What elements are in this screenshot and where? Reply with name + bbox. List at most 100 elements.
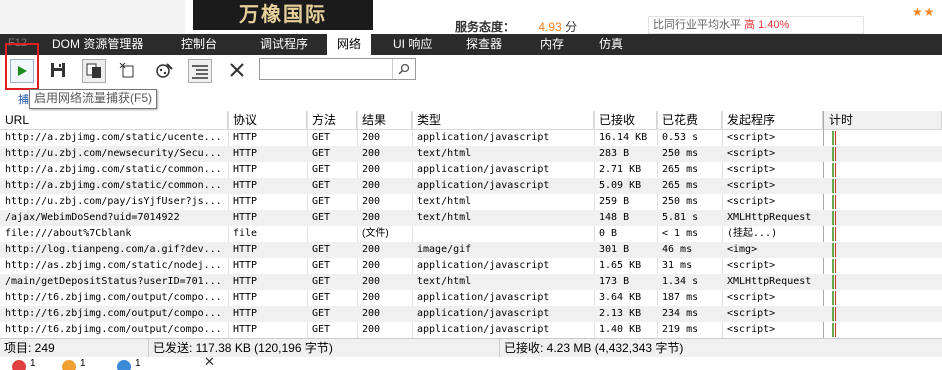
cell-protocol: HTTP xyxy=(233,244,258,255)
cell-taken: 250 ms xyxy=(662,148,699,159)
cell-initiator: XMLHttpRequest xyxy=(727,212,812,223)
tab-memory[interactable]: 内存 xyxy=(530,34,574,55)
tab-console[interactable]: 控制台 xyxy=(171,34,227,55)
cell-method: GET xyxy=(312,276,331,287)
search-button[interactable] xyxy=(392,59,415,79)
timing-bar xyxy=(832,323,834,337)
cell-url: http://a.zbjimg.com/static/ucente... xyxy=(5,132,222,143)
table-row[interactable]: http://t6.zbjimg.com/output/compo... HTTP… xyxy=(0,322,942,338)
table-row[interactable]: http://a.zbjimg.com/static/ucente... HTTP… xyxy=(0,130,942,146)
cell-result: 200 xyxy=(362,212,381,223)
cell-type: text/html xyxy=(417,212,472,223)
header-type[interactable]: 类型 xyxy=(412,111,594,129)
cell-received: 1.40 KB xyxy=(599,324,642,335)
cell-url: http://t6.zbjimg.com/output/compo... xyxy=(5,308,222,319)
cell-received: 283 B xyxy=(599,148,630,159)
cell-url: file:///about%7Cblank xyxy=(5,228,132,239)
cell-initiator: <script> xyxy=(727,260,776,271)
header-received[interactable]: 已接收 xyxy=(594,111,657,129)
export-har-button[interactable] xyxy=(47,59,69,81)
table-row[interactable]: http://a.zbjimg.com/static/common... HTTP… xyxy=(0,162,942,178)
cell-initiator: <script> xyxy=(727,132,776,143)
cell-type: application/javascript xyxy=(417,260,550,271)
cell-initiator: <script> xyxy=(727,196,776,207)
header-result[interactable]: 结果 xyxy=(357,111,412,129)
cell-taken: 0.53 s xyxy=(662,132,699,143)
cell-method: GET xyxy=(312,212,331,223)
service-label: 服务态度： xyxy=(455,20,516,34)
cell-initiator: <script> xyxy=(727,148,776,159)
table-row[interactable]: http://u.zbj.com/pay/isYjfUser?js... HTTP… xyxy=(0,194,942,210)
table-row[interactable]: http://t6.zbjimg.com/output/compo... HTTP… xyxy=(0,290,942,306)
table-row[interactable]: /ajax/WebimDoSend?uid=7014922 HTTP GET 200 t… xyxy=(0,210,942,226)
header-method[interactable]: 方法 xyxy=(307,111,357,129)
cell-type: application/javascript xyxy=(417,132,550,143)
close-icon[interactable]: ✕ xyxy=(204,357,215,370)
table-row[interactable]: http://log.tianpeng.com/a.gif?dev... HTTP… xyxy=(0,242,942,258)
always-refresh-button[interactable] xyxy=(82,59,106,83)
cell-result: 200 xyxy=(362,164,381,175)
timing-marker xyxy=(835,195,836,209)
tab-profiler[interactable]: 探查器 xyxy=(456,34,512,55)
tab-network[interactable]: 网络 xyxy=(327,34,372,55)
cell-protocol: HTTP xyxy=(233,196,258,207)
header-initiator[interactable]: 发起程序 xyxy=(722,111,823,129)
header-timings[interactable]: 计时 xyxy=(823,111,942,129)
cell-type: text/html xyxy=(417,276,472,287)
cell-type: text/html xyxy=(417,196,472,207)
table-row[interactable]: file:///about%7Cblank file (文件) 0 B < 1 ms (挂… xyxy=(0,226,942,242)
warning-icon[interactable] xyxy=(62,360,76,370)
header-protocol[interactable]: 协议 xyxy=(228,111,307,129)
devtools-tabbar: F12 DOM 资源管理器 控制台 调试程序 网络 UI 响应 探查器 内存 仿… xyxy=(0,34,942,55)
timing-bar xyxy=(832,243,834,257)
cell-type: text/html xyxy=(417,148,472,159)
table-row[interactable]: http://a.zbjimg.com/static/common... HTTP… xyxy=(0,178,942,194)
cell-type xyxy=(412,226,594,242)
filter-content-button[interactable] xyxy=(188,59,212,83)
cell-taken: 5.81 s xyxy=(662,212,699,223)
star-rating-icon: ★★ xyxy=(912,5,936,19)
timing-bar xyxy=(832,179,834,193)
warning-count: 1 xyxy=(80,358,86,369)
clear-cache-button[interactable] xyxy=(153,59,175,81)
cell-received: 5.09 KB xyxy=(599,180,642,191)
tab-debugger[interactable]: 调试程序 xyxy=(250,34,318,55)
compare-value: 高 1.40% xyxy=(744,19,790,31)
cell-url: /main/getDepositStatus?userID=701... xyxy=(5,276,222,287)
error-icon[interactable] xyxy=(12,360,26,370)
grid-header: URL 协议 方法 结果 类型 已接收 已花费 发起程序 计时 xyxy=(0,111,942,130)
cell-method: GET xyxy=(312,132,331,143)
timing-bar xyxy=(832,211,834,225)
timing-marker xyxy=(835,227,836,241)
cell-method: GET xyxy=(312,180,331,191)
clear-entries-button[interactable] xyxy=(226,59,248,81)
tab-ui-responsiveness[interactable]: UI 响应 xyxy=(383,34,442,55)
table-row[interactable]: http://as.zbjimg.com/static/nodej... HTTP… xyxy=(0,258,942,274)
table-row[interactable]: /main/getDepositStatus?userID=701... HTTP… xyxy=(0,274,942,290)
timing-marker xyxy=(835,163,836,177)
cell-received: 2.13 KB xyxy=(599,308,642,319)
clear-on-navigate-button[interactable] xyxy=(117,59,139,81)
compare-box: 比同行业平均水平 高 1.40% xyxy=(648,16,864,34)
header-taken[interactable]: 已花费 xyxy=(657,111,722,129)
cell-type: application/javascript xyxy=(417,292,550,303)
tab-dom-explorer[interactable]: DOM 资源管理器 xyxy=(42,34,153,55)
tab-emulation[interactable]: 仿真 xyxy=(589,34,633,55)
search-input[interactable] xyxy=(262,60,394,78)
info-icon[interactable] xyxy=(117,360,131,370)
table-row[interactable]: http://u.zbj.com/newsecurity/Secu... HTTP… xyxy=(0,146,942,162)
cell-initiator: <script> xyxy=(727,180,776,191)
cell-result: 200 xyxy=(362,196,381,207)
table-row[interactable]: http://t6.zbjimg.com/output/compo... HTTP… xyxy=(0,306,942,322)
cell-url: http://t6.zbjimg.com/output/compo... xyxy=(5,292,222,303)
site-logo: 万橡国际 xyxy=(193,0,373,30)
cell-taken: 1.34 s xyxy=(662,276,699,287)
cell-type: application/javascript xyxy=(417,308,550,319)
service-score: 4.93 xyxy=(538,20,562,34)
service-unit: 分 xyxy=(565,20,578,34)
cell-type: application/javascript xyxy=(417,324,550,335)
cell-result: 200 xyxy=(362,244,381,255)
header-url[interactable]: URL xyxy=(0,111,228,129)
search-box xyxy=(259,58,416,80)
timing-marker xyxy=(835,259,836,273)
